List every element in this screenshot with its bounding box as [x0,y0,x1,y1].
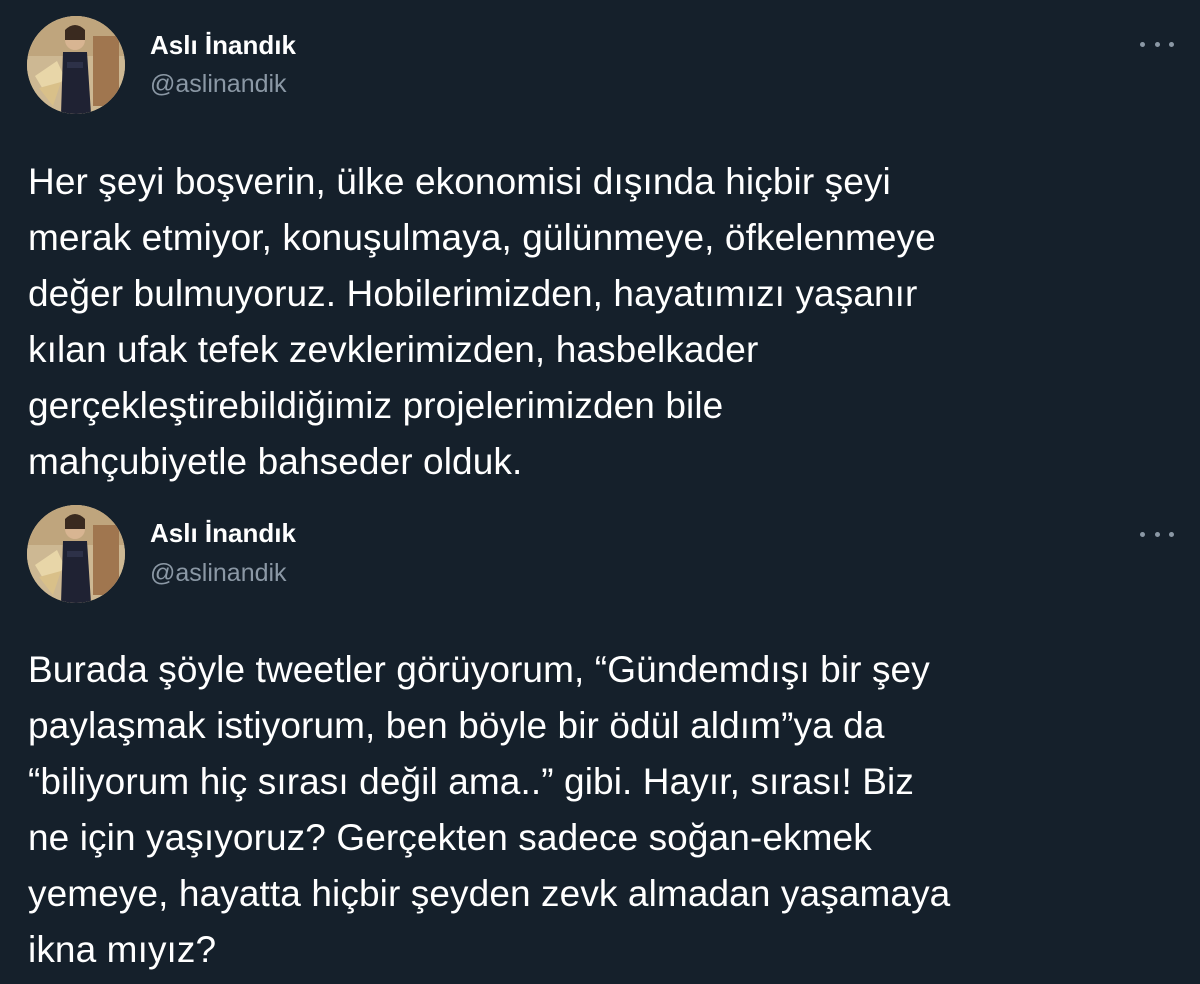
dot [1140,531,1145,537]
tweet[interactable]: Aslı İnandık @aslinandik Burada şöyle tw… [0,500,1200,984]
avatar[interactable] [27,16,125,114]
avatar[interactable] [27,505,125,603]
dot [1169,531,1174,537]
more-options-icon[interactable] [1140,34,1174,54]
tweet[interactable]: Aslı İnandık @aslinandik Her şeyi boşver… [0,0,1200,500]
dot [1169,41,1174,47]
tweet-text: Burada şöyle tweetler görüyorum, “Gündem… [28,649,951,970]
dot [1154,41,1160,47]
avatar-photo [27,505,125,603]
tweet-text: Her şeyi boşverin, ülke ekonomisi dışınd… [28,161,936,482]
dot [1140,41,1145,47]
author-name[interactable]: Aslı İnandık [150,30,296,61]
more-options-icon[interactable] [1140,524,1174,544]
dot [1154,531,1160,537]
author-handle[interactable]: @aslinandik [150,70,287,99]
author-handle[interactable]: @aslinandik [150,559,287,588]
author-name[interactable]: Aslı İnandık [150,518,296,549]
avatar-photo [27,16,125,114]
